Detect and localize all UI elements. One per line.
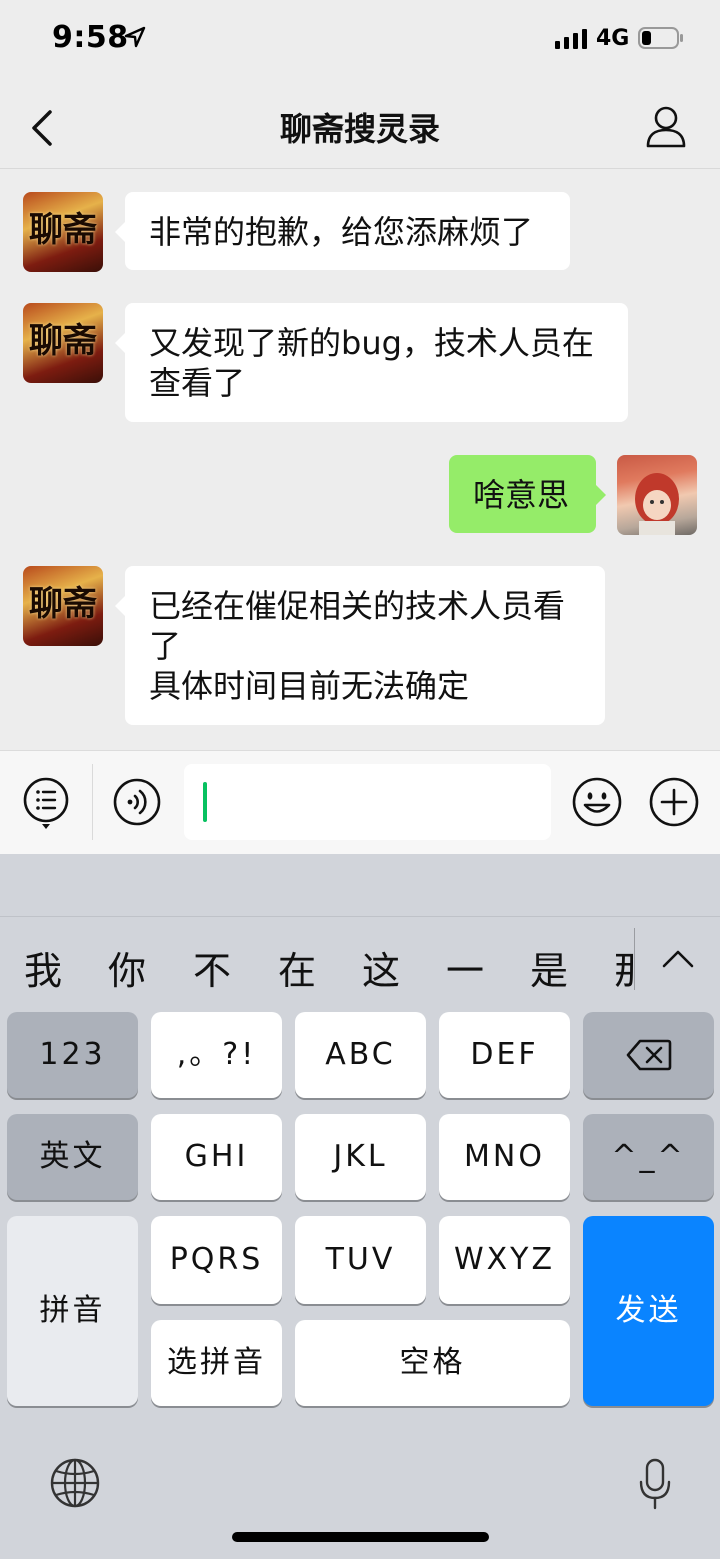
key-label: 选拼音 bbox=[167, 1345, 266, 1380]
baby-photo bbox=[635, 473, 679, 535]
contact-avatar[interactable]: 聊斋 bbox=[23, 303, 103, 383]
key-123[interactable]: 123 bbox=[7, 1012, 138, 1098]
candidate-word[interactable]: 是 bbox=[530, 940, 568, 995]
candidate-word[interactable]: 你 bbox=[108, 940, 146, 995]
key-ghi[interactable]: GHI bbox=[151, 1114, 282, 1200]
key-mno[interactable]: MNO bbox=[439, 1114, 570, 1200]
message-text-line: 已经在催促相关的技术人员看 bbox=[149, 587, 566, 625]
avatar-logo-text: 聊斋 bbox=[29, 321, 97, 361]
key-delete[interactable] bbox=[583, 1012, 714, 1098]
avatar-logo-text: 聊斋 bbox=[29, 584, 97, 624]
chevron-up-icon[interactable] bbox=[660, 944, 696, 972]
message-text-line: 具体时间目前无法确定 bbox=[149, 667, 470, 705]
key-label: TUV bbox=[325, 1242, 396, 1277]
home-indicator[interactable] bbox=[232, 1532, 489, 1542]
message-text: 非常的抱歉，给您添麻烦了 bbox=[149, 213, 534, 251]
key-label: ABC bbox=[325, 1037, 396, 1072]
message-bubble-incoming[interactable]: 已经在催促相关的技术人员看 了 具体时间目前无法确定 bbox=[115, 566, 605, 725]
candidate-clip: 那 bbox=[614, 940, 634, 990]
key-label: 拼音 bbox=[39, 1293, 106, 1328]
key-label: DEF bbox=[470, 1037, 539, 1072]
key-pqrs[interactable]: PQRS bbox=[151, 1216, 282, 1304]
emoji-icon[interactable] bbox=[571, 776, 623, 828]
candidate-word[interactable]: 在 bbox=[278, 940, 316, 995]
signal-icon bbox=[555, 29, 587, 49]
key-pinyin[interactable]: 拼音 bbox=[7, 1216, 138, 1406]
key-label: JKL bbox=[333, 1139, 388, 1174]
key-label: ^_^ bbox=[611, 1139, 686, 1174]
key-label: MNO bbox=[464, 1139, 545, 1174]
message-bubble-outgoing[interactable]: 啥意思 bbox=[449, 455, 606, 533]
chat-title: 聊斋搜灵录 bbox=[279, 110, 440, 148]
key-label: 发送 bbox=[615, 1293, 682, 1328]
location-arrow-icon bbox=[124, 26, 146, 48]
text-caret bbox=[203, 782, 207, 822]
candidate-word[interactable]: 我 bbox=[24, 940, 62, 995]
avatar-logo-text: 聊斋 bbox=[29, 210, 97, 250]
message-text-line: 了 bbox=[149, 627, 182, 665]
key-abc[interactable]: ABC bbox=[295, 1012, 426, 1098]
key-label: ,。?! bbox=[176, 1037, 257, 1072]
network-type: 4G bbox=[596, 26, 630, 51]
battery-icon bbox=[638, 27, 683, 49]
key-label: 英文 bbox=[39, 1139, 106, 1174]
send-key[interactable]: 发送 bbox=[583, 1216, 714, 1406]
candidate-word[interactable]: 这 bbox=[362, 940, 400, 995]
voice-icon[interactable] bbox=[113, 778, 161, 826]
key-wxyz[interactable]: WXYZ bbox=[439, 1216, 570, 1304]
key-space[interactable]: 空格 bbox=[295, 1320, 570, 1406]
my-avatar[interactable] bbox=[617, 455, 697, 535]
key-label: GHI bbox=[184, 1139, 249, 1174]
message-bubble-incoming[interactable]: 又发现了新的bug，技术人员在 查看了 bbox=[115, 303, 628, 422]
microphone-icon[interactable] bbox=[638, 1458, 672, 1510]
candidate-word[interactable]: 不 bbox=[193, 940, 231, 995]
candidate-divider bbox=[634, 928, 635, 990]
key-label: 空格 bbox=[399, 1345, 466, 1380]
key-label: WXYZ bbox=[453, 1242, 556, 1277]
list-menu-icon[interactable] bbox=[22, 776, 70, 832]
key-label: PQRS bbox=[169, 1242, 264, 1277]
message-text-line: 又发现了新的bug，技术人员在 bbox=[149, 324, 594, 362]
key-punctuation[interactable]: ,。?! bbox=[151, 1012, 282, 1098]
key-english[interactable]: 英文 bbox=[7, 1114, 138, 1200]
plus-circle-icon[interactable] bbox=[648, 776, 700, 828]
status-time: 9:58 bbox=[52, 20, 129, 55]
key-def[interactable]: DEF bbox=[439, 1012, 570, 1098]
key-emoticon[interactable]: ^_^ bbox=[583, 1114, 714, 1200]
globe-icon[interactable] bbox=[50, 1458, 100, 1508]
message-bubble-incoming[interactable]: 非常的抱歉，给您添麻烦了 bbox=[115, 192, 570, 270]
contact-avatar[interactable]: 聊斋 bbox=[23, 566, 103, 646]
key-tuv[interactable]: TUV bbox=[295, 1216, 426, 1304]
message-text: 啥意思 bbox=[473, 476, 570, 514]
candidate-word[interactable]: 一 bbox=[446, 940, 484, 995]
key-label: 123 bbox=[39, 1037, 106, 1072]
backspace-icon bbox=[626, 1039, 672, 1071]
key-select-pinyin[interactable]: 选拼音 bbox=[151, 1320, 282, 1406]
person-icon[interactable] bbox=[644, 104, 688, 148]
key-jkl[interactable]: JKL bbox=[295, 1114, 426, 1200]
candidate-word[interactable]: 那 bbox=[614, 940, 634, 990]
message-text-line: 查看了 bbox=[149, 364, 246, 402]
contact-avatar[interactable]: 聊斋 bbox=[23, 192, 103, 272]
message-input[interactable] bbox=[184, 764, 551, 840]
input-divider bbox=[92, 764, 93, 840]
